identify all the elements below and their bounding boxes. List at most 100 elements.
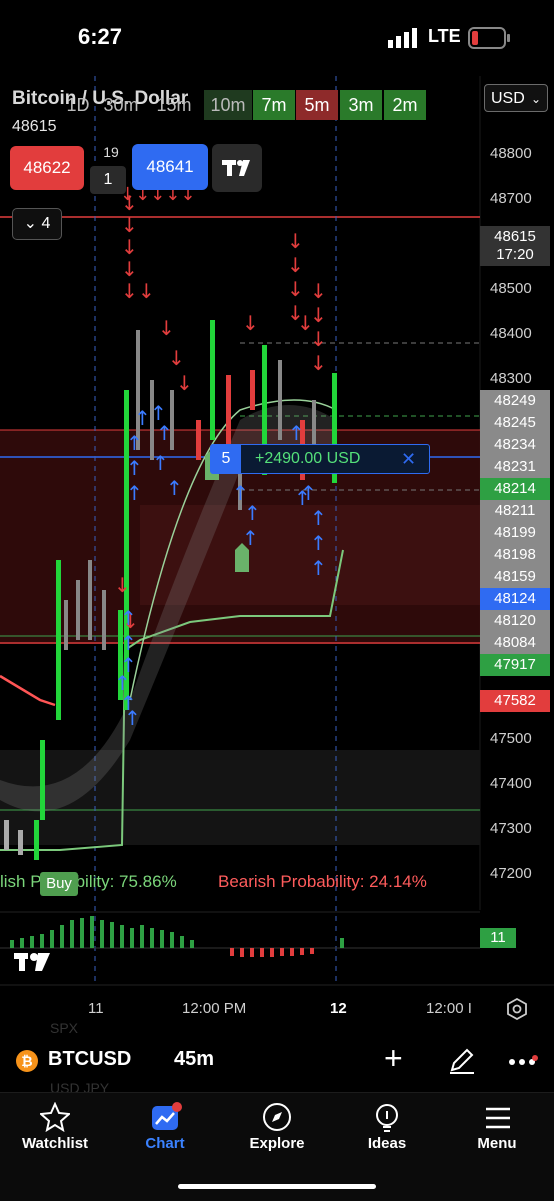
time-tick: 12:00 I — [426, 1000, 472, 1017]
indicators-toggle[interactable]: ⌄ 4 — [12, 208, 62, 240]
sell-button[interactable]: 48622 — [10, 146, 84, 190]
svg-text:↑: ↑ — [300, 481, 317, 505]
svg-text:↓: ↓ — [287, 253, 304, 277]
price-label: 48249 — [480, 390, 550, 412]
add-icon[interactable]: + — [384, 1040, 403, 1077]
svg-text:↑: ↑ — [310, 531, 327, 555]
svg-text:↑: ↑ — [310, 506, 327, 530]
tab-label: Chart — [145, 1135, 185, 1152]
svg-text:↓: ↓ — [287, 229, 304, 253]
price-label: 48211 — [480, 500, 550, 522]
svg-text:↑: ↑ — [126, 481, 143, 505]
svg-text:↓: ↓ — [121, 257, 138, 281]
buy-button[interactable]: 48641 — [132, 144, 208, 190]
position-line[interactable]: 5 +2490.00 USD ✕ — [210, 444, 430, 474]
svg-text:↓: ↓ — [158, 316, 175, 340]
axis-tick: 48700 — [490, 190, 532, 207]
quantity-box[interactable]: 1 — [90, 166, 126, 194]
svg-text:↑: ↑ — [288, 421, 305, 445]
svg-text:↑: ↑ — [126, 431, 143, 455]
price-label: 48124 — [480, 588, 550, 610]
svg-text:↓: ↓ — [310, 279, 327, 303]
home-indicator — [178, 1184, 376, 1189]
interval-selector[interactable]: 45m — [174, 1048, 214, 1071]
svg-text:↓: ↓ — [138, 279, 155, 303]
axis-tick: 48300 — [490, 370, 532, 387]
svg-text:↓: ↓ — [168, 346, 185, 370]
oscillator-value: 11 — [480, 928, 516, 948]
axis-tick: 47300 — [490, 820, 532, 837]
bar-countdown: 17:20 — [480, 244, 550, 266]
compass-icon — [263, 1103, 291, 1131]
timeframe-10m[interactable]: 10m — [204, 90, 252, 120]
price-label: 48245 — [480, 412, 550, 434]
svg-text:↓: ↓ — [310, 303, 327, 327]
svg-text:↑: ↑ — [310, 556, 327, 580]
price-label: 47582 — [480, 690, 550, 712]
last-price: 48615 — [12, 118, 57, 135]
time-tick: 12 — [330, 1000, 347, 1017]
timeframe-7m[interactable]: 7m — [253, 90, 295, 120]
price-label: 48214 — [480, 478, 550, 500]
svg-text:↑: ↑ — [126, 456, 143, 480]
price-label: 48199 — [480, 522, 550, 544]
svg-text:↓: ↓ — [114, 573, 131, 597]
chevron-down-icon: ⌄ — [530, 92, 541, 106]
star-icon — [40, 1102, 70, 1132]
price-label: 48159 — [480, 566, 550, 588]
timeframe-5m[interactable]: 5m — [296, 90, 338, 120]
oscillator-histogram — [0, 916, 480, 957]
price-chart[interactable]: ↓↓↓↓↓ ↓↓↓ ↓↓ ↓ ↓↓↓ ↓↓↓ ↓↓↓ ↓↓↓ ↓↓↓ ↑↑↑ ↑↑… — [0, 76, 554, 996]
timeframe-2m[interactable]: 2m — [384, 90, 426, 120]
svg-text:↑: ↑ — [124, 706, 141, 730]
symbol-name[interactable]: BTCUSD — [48, 1048, 131, 1071]
price-label: 48198 — [480, 544, 550, 566]
timeframe-1d[interactable]: 1D — [60, 90, 96, 120]
timeframe-3m[interactable]: 3m — [340, 90, 382, 120]
more-icon[interactable] — [508, 1054, 538, 1070]
svg-text:↑: ↑ — [120, 606, 137, 630]
price-label: 48231 — [480, 456, 550, 478]
currency-select[interactable]: USD ⌄ — [484, 84, 548, 112]
bearish-probability: Bearish Probability: 24.14% — [218, 872, 427, 891]
time-tick: 12:00 PM — [182, 1000, 247, 1017]
bulb-icon — [376, 1104, 398, 1132]
tab-label: Watchlist — [21, 1135, 89, 1152]
tradingview-icon — [222, 160, 250, 176]
svg-text:↓: ↓ — [121, 213, 138, 237]
bitcoin-icon: ₿ — [16, 1050, 38, 1072]
price-label: 48234 — [480, 434, 550, 456]
axis-tick: 47500 — [490, 730, 532, 747]
svg-text:↑: ↑ — [156, 421, 173, 445]
price-label: 48084 — [480, 632, 550, 654]
tradingview-watermark-icon — [14, 953, 50, 971]
price-label: 48120 — [480, 610, 550, 632]
tradingview-logo-button[interactable] — [212, 144, 262, 192]
position-quantity[interactable]: 5 — [211, 445, 241, 473]
network-label: LTE — [428, 26, 461, 46]
timeframe-30m[interactable]: 30m — [98, 90, 144, 120]
chevron-down-icon: ⌄ — [23, 215, 38, 232]
drawing-pen-icon[interactable] — [448, 1046, 476, 1074]
svg-text:↑: ↑ — [166, 476, 183, 500]
battery-icon — [468, 27, 510, 49]
svg-text:↓: ↓ — [287, 277, 304, 301]
svg-text:↓: ↓ — [121, 279, 138, 303]
position-pnl: +2490.00 USD — [255, 450, 361, 467]
svg-text:↓: ↓ — [121, 235, 138, 259]
svg-text:↓: ↓ — [242, 311, 259, 335]
timeframe-15m[interactable]: 15m — [150, 90, 198, 120]
currency-label: USD — [491, 90, 525, 107]
axis-tick: 48800 — [490, 145, 532, 162]
svg-text:↑: ↑ — [152, 451, 169, 475]
spread-value: 19 — [103, 144, 119, 160]
svg-text:↓: ↓ — [121, 191, 138, 215]
close-icon[interactable]: ✕ — [401, 445, 416, 473]
price-label: 47917 — [480, 654, 550, 676]
tab-label: Menu — [477, 1135, 517, 1152]
settings-icon[interactable] — [506, 998, 528, 1020]
svg-text:↓: ↓ — [176, 371, 193, 395]
time-tick: 11 — [88, 1000, 104, 1017]
signal-icon — [388, 28, 417, 48]
axis-tick: 48500 — [490, 280, 532, 297]
